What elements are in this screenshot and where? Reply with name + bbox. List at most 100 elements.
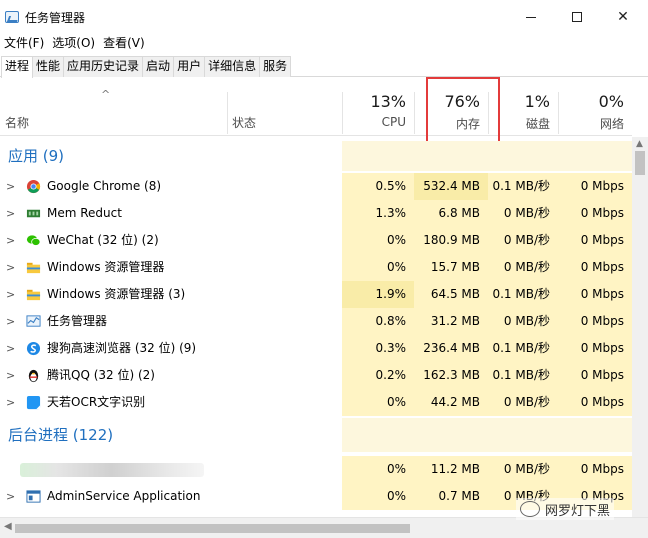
- chrome-icon: [26, 179, 41, 194]
- group-header-background[interactable]: 后台进程 (122): [0, 418, 632, 452]
- table-row[interactable]: > 天若OCR文字识别 0% 44.2 MB 0 MB/秒 0 Mbps: [0, 389, 632, 416]
- table-row[interactable]: > 搜狗高速浏览器 (32 位) (9) 0.3% 236.4 MB 0.1 M…: [0, 335, 632, 362]
- empty-cell: [414, 418, 488, 452]
- memory-cell: 236.4 MB: [414, 335, 488, 362]
- close-icon: ✕: [617, 9, 629, 25]
- chevron-right-icon[interactable]: >: [6, 362, 15, 389]
- disk-cell: 0 MB/秒: [488, 389, 558, 416]
- chevron-right-icon[interactable]: >: [6, 227, 15, 254]
- network-cell: 0 Mbps: [558, 456, 632, 483]
- disk-cell: 0 MB/秒: [488, 254, 558, 281]
- horizontal-scrollbar[interactable]: ◀: [0, 517, 648, 538]
- menu-bar: 文件(F) 选项(O) 查看(V): [0, 34, 149, 54]
- memory-cell: 532.4 MB: [414, 173, 488, 200]
- group-title-apps: 应用 (9): [8, 147, 65, 165]
- column-divider[interactable]: [227, 92, 228, 134]
- network-cell: 0 Mbps: [558, 308, 632, 335]
- memory-cell: 31.2 MB: [414, 308, 488, 335]
- watermark-text: 网罗灯下黑: [545, 503, 611, 519]
- title-bar: 任务管理器 ✕: [0, 0, 648, 34]
- vertical-scroll-thumb[interactable]: [635, 151, 645, 175]
- process-name: 腾讯QQ (32 位) (2): [47, 368, 155, 382]
- column-name[interactable]: 名称: [5, 114, 29, 131]
- menu-file[interactable]: 文件(F): [0, 34, 48, 54]
- network-cell: 0 Mbps: [558, 389, 632, 416]
- column-status[interactable]: 状态: [232, 114, 256, 131]
- table-row[interactable]: > WeChat (32 位) (2) 0% 180.9 MB 0 MB/秒 0…: [0, 227, 632, 254]
- process-name: 天若OCR文字识别: [47, 395, 146, 409]
- memory-cell: 0.7 MB: [414, 483, 488, 510]
- menu-options[interactable]: 选项(O): [48, 34, 99, 54]
- service-app-icon: [26, 490, 41, 503]
- tab-performance[interactable]: 性能: [32, 56, 65, 77]
- column-cpu[interactable]: 13% CPU: [342, 78, 414, 136]
- tab-processes[interactable]: 进程: [1, 56, 34, 78]
- tab-services[interactable]: 服务: [259, 56, 292, 77]
- cpu-cell: 0%: [342, 483, 414, 510]
- chevron-right-icon[interactable]: >: [6, 483, 15, 510]
- cpu-label: CPU: [381, 115, 406, 129]
- group-title-background: 后台进程 (122): [8, 426, 114, 444]
- wechat-icon: [26, 235, 41, 246]
- disk-cell: 0 MB/秒: [488, 227, 558, 254]
- chevron-right-icon[interactable]: >: [6, 200, 15, 227]
- chevron-right-icon[interactable]: >: [6, 389, 15, 416]
- disk-cell: 0 MB/秒: [488, 308, 558, 335]
- table-row[interactable]: > Windows 资源管理器 0% 15.7 MB 0 MB/秒 0 Mbps: [0, 254, 632, 281]
- table-row[interactable]: > Windows 资源管理器 (3) 1.9% 64.5 MB 0.1 MB/…: [0, 281, 632, 308]
- watermark: 网罗灯下黑: [516, 498, 615, 520]
- cpu-cell: 0.2%: [342, 362, 414, 389]
- table-row[interactable]: > Mem Reduct 1.3% 6.8 MB 0 MB/秒 0 Mbps: [0, 200, 632, 227]
- process-name: Windows 资源管理器: [47, 260, 165, 274]
- chevron-right-icon[interactable]: >: [6, 173, 15, 200]
- process-name: Windows 资源管理器 (3): [47, 287, 186, 301]
- empty-cell: [488, 418, 558, 452]
- close-button[interactable]: ✕: [600, 0, 646, 34]
- horizontal-scroll-thumb[interactable]: [15, 524, 410, 533]
- menu-view[interactable]: 查看(V): [99, 34, 149, 54]
- chevron-right-icon[interactable]: >: [6, 281, 15, 308]
- empty-cell: [342, 418, 414, 452]
- disk-cell: 0.1 MB/秒: [488, 335, 558, 362]
- table-row[interactable]: > Google Chrome (8) 0.5% 532.4 MB 0.1 MB…: [0, 173, 632, 200]
- sort-chevron-up-icon: ^: [101, 88, 111, 101]
- network-cell: 0 Mbps: [558, 254, 632, 281]
- table-row[interactable]: > 任务管理器 0.8% 31.2 MB 0 MB/秒 0 Mbps: [0, 308, 632, 335]
- taskmgr-icon: [26, 315, 41, 327]
- minimize-button[interactable]: [508, 0, 554, 34]
- disk-cell: 0 MB/秒: [488, 200, 558, 227]
- network-cell: 0 Mbps: [558, 362, 632, 389]
- qq-penguin-icon: [28, 369, 39, 383]
- cpu-cell: 0%: [342, 389, 414, 416]
- table-row[interactable]: > 腾讯QQ (32 位) (2) 0.2% 162.3 MB 0.1 MB/秒…: [0, 362, 632, 389]
- table-row[interactable]: 0% 11.2 MB 0 MB/秒 0 Mbps: [0, 456, 632, 483]
- network-label: 网络: [599, 117, 624, 131]
- folder-icon: [26, 289, 41, 301]
- vertical-scrollbar[interactable]: ▲: [632, 137, 648, 517]
- group-header-apps[interactable]: 应用 (9): [0, 141, 632, 171]
- memreduct-icon: [26, 209, 41, 218]
- scroll-left-icon[interactable]: ◀: [4, 521, 12, 532]
- tab-startup[interactable]: 启动: [142, 56, 175, 77]
- empty-cell: [414, 141, 488, 171]
- tab-users[interactable]: 用户: [173, 56, 206, 77]
- redacted-process-name: [20, 463, 204, 477]
- ocr-icon: [26, 395, 41, 410]
- empty-cell: [558, 141, 632, 171]
- maximize-button[interactable]: [554, 0, 600, 34]
- chevron-right-icon[interactable]: >: [6, 254, 15, 281]
- chevron-right-icon[interactable]: >: [6, 308, 15, 335]
- tab-app-history[interactable]: 应用历史记录: [63, 56, 144, 77]
- scroll-up-icon[interactable]: ▲: [636, 139, 643, 149]
- cpu-cell: 1.9%: [342, 281, 414, 308]
- network-cell: 0 Mbps: [558, 335, 632, 362]
- column-header: ^ 名称 状态 13% CPU 76% 内存 1% 磁盘 0% 网络: [0, 78, 632, 136]
- process-name: 搜狗高速浏览器 (32 位) (9): [47, 341, 197, 355]
- cpu-cell: 0.3%: [342, 335, 414, 362]
- maximize-icon: [572, 12, 582, 22]
- chevron-right-icon[interactable]: >: [6, 335, 15, 362]
- column-network[interactable]: 0% 网络: [558, 78, 632, 136]
- cpu-cell: 0%: [342, 254, 414, 281]
- tab-details[interactable]: 详细信息: [204, 56, 261, 77]
- network-cell: 0 Mbps: [558, 200, 632, 227]
